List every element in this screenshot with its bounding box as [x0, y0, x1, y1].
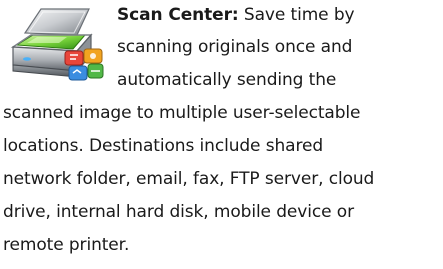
feature-text: automatically sending the [117, 70, 337, 90]
feature-text: remote printer. [3, 235, 130, 255]
feature-text: Save time by [243, 5, 355, 25]
feature-text: scanning originals once and [117, 37, 353, 57]
feature-text: drive, internal hard disk, mobile device… [3, 202, 354, 222]
feature-line-1: Scan Center: Save time by [117, 5, 355, 25]
feature-text: network folder, email, fax, FTP server, … [3, 169, 375, 189]
scanner-icon [10, 8, 104, 81]
feature-text: locations. Destinations include shared [3, 136, 324, 156]
scan-center-feature: Scan Center: Save time by scanning origi… [0, 0, 443, 269]
feature-text: scanned image to multiple user-selectabl… [3, 103, 361, 123]
feature-title: Scan Center: [117, 5, 239, 25]
